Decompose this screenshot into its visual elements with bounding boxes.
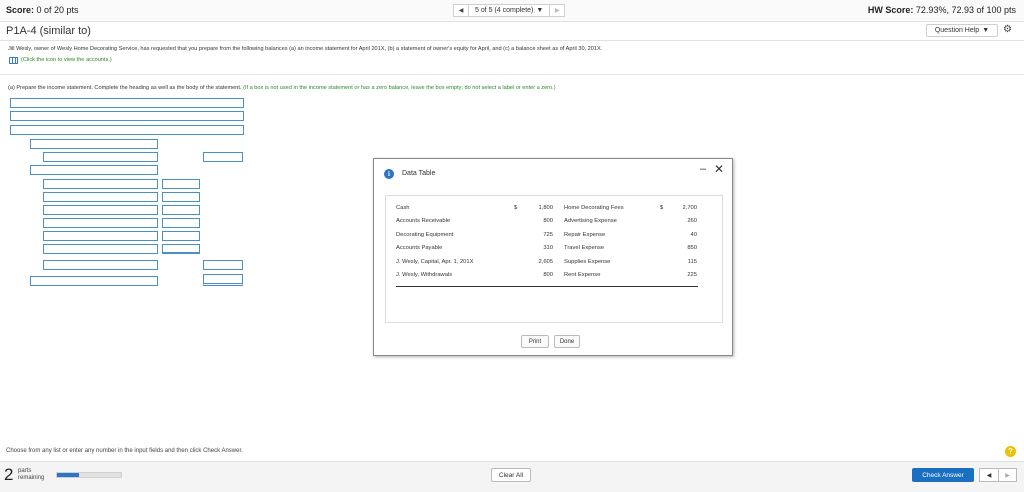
instruction-hint: Choose from any list or enter any number… <box>6 448 243 454</box>
minimize-icon[interactable]: – <box>700 163 706 175</box>
bottom-navigator: ◀ ▶ <box>979 468 1017 482</box>
currency-symbol: $ <box>514 205 518 211</box>
divider <box>0 40 1024 41</box>
progress-fill <box>57 473 80 477</box>
gear-icon[interactable]: ⚙ <box>1003 24 1012 35</box>
total-expenses-input[interactable] <box>203 260 243 270</box>
prev-question-icon[interactable]: ◀ <box>454 5 468 16</box>
score-display: Score: 0 of 20 pts <box>6 5 79 15</box>
expense-account-select-3[interactable] <box>43 205 158 215</box>
account-value: 2,700 <box>682 205 697 211</box>
account-value: 800 <box>543 218 553 225</box>
question-text: Jill Wesly, owner of Wesly Home Decorati… <box>8 46 603 52</box>
expense-amount-input-3[interactable] <box>162 205 200 215</box>
account-name: Accounts Receivable <box>396 218 451 225</box>
click-hint: (Click the icon to view the accounts.) <box>21 57 112 63</box>
expense-amount-input-6[interactable] <box>162 244 200 254</box>
total-expenses-select[interactable] <box>43 260 158 270</box>
expense-account-select-1[interactable] <box>43 179 158 189</box>
print-button[interactable]: Print <box>521 335 549 348</box>
net-income-input[interactable] <box>203 274 243 286</box>
currency-symbol: $ <box>660 205 664 211</box>
next-icon[interactable]: ▶ <box>998 469 1016 481</box>
account-value: 260 <box>687 218 697 225</box>
prev-icon[interactable]: ◀ <box>980 469 998 481</box>
close-icon[interactable]: ✕ <box>714 162 724 176</box>
next-question-icon[interactable]: ▶ <box>550 5 564 16</box>
heading-input-1[interactable] <box>10 98 244 108</box>
account-name: Travel Expense <box>564 245 605 252</box>
part-a-instructions: (a) Prepare the income statement. Comple… <box>8 85 556 91</box>
question-help-button[interactable]: Question Help ▼ <box>926 24 998 37</box>
data-table-modal: i Data Table – ✕ Cash $1,800 Home Decorati… <box>373 158 733 356</box>
account-name: Accounts Payable <box>396 245 443 252</box>
table-row: Decorating Equipment 725 Repair Expense 40 <box>396 232 706 245</box>
account-value: 725 <box>543 231 553 238</box>
divider <box>0 74 1024 75</box>
parts-remaining-count: 2 <box>4 465 14 484</box>
account-value: 800 <box>543 272 553 278</box>
expense-amount-input-5[interactable] <box>162 231 200 241</box>
account-name: Decorating Equipment <box>396 231 454 238</box>
account-value: 310 <box>543 245 553 252</box>
account-name: J. Wesly, Withdrawals <box>396 272 453 278</box>
revenue-label-select[interactable] <box>30 139 158 149</box>
caret-down-icon: ▼ <box>536 7 544 14</box>
expense-account-select-6[interactable] <box>43 244 158 254</box>
revenue-amount-input[interactable] <box>203 152 243 162</box>
help-icon[interactable]: ? <box>1005 446 1016 457</box>
revenue-account-select[interactable] <box>43 152 158 162</box>
heading-input-3[interactable] <box>10 125 244 135</box>
account-value: 225 <box>687 272 697 278</box>
clear-all-button[interactable]: Clear All <box>491 468 531 482</box>
data-table-icon[interactable] <box>9 57 18 64</box>
table-row: J. Wesly, Capital, Apr. 1, 201X 2,605 Supp… <box>396 259 706 272</box>
expense-amount-input-4[interactable] <box>162 218 200 228</box>
heading-input-2[interactable] <box>10 111 244 121</box>
table-row: Accounts Payable 310 Travel Expense 850 <box>396 245 706 258</box>
problem-title: P1A-4 (similar to) <box>6 25 91 37</box>
progress-bar <box>56 472 122 478</box>
net-income-select[interactable] <box>30 276 158 286</box>
modal-title: Data Table <box>402 170 436 177</box>
table-underline <box>396 286 698 287</box>
account-name: Rent Expense <box>564 272 601 278</box>
account-value: 1,800 <box>538 205 553 211</box>
check-answer-button[interactable]: Check Answer <box>912 468 974 482</box>
account-value: 115 <box>687 258 697 265</box>
done-button[interactable]: Done <box>554 335 580 348</box>
expenses-label-select[interactable] <box>30 165 158 175</box>
account-value: 850 <box>687 245 697 252</box>
parts-remaining-label: parts remaining <box>18 468 45 481</box>
account-name: Advertising Expense <box>564 218 617 225</box>
table-row: Accounts Receivable 800 Advertising Expens… <box>396 218 706 231</box>
info-icon: i <box>384 169 394 179</box>
expense-amount-input-2[interactable] <box>162 192 200 202</box>
question-navigator: ◀ 5 of 5 (4 complete) ▼ ▶ <box>453 4 566 17</box>
account-value: 40 <box>690 231 697 238</box>
caret-down-icon: ▼ <box>982 27 990 34</box>
expense-account-select-2[interactable] <box>43 192 158 202</box>
account-name: Supplies Expense <box>564 258 611 265</box>
question-selector[interactable]: 5 of 5 (4 complete) ▼ <box>468 5 551 16</box>
table-row: J. Wesly, Withdrawals 800 Rent Expense 225 <box>396 272 706 285</box>
account-value: 2,605 <box>538 258 553 265</box>
expense-amount-input-1[interactable] <box>162 179 200 189</box>
account-name: Repair Expense <box>564 231 606 238</box>
hw-score-display: HW Score: 72.93%, 72.93 of 100 pts <box>867 5 1016 15</box>
expense-account-select-4[interactable] <box>43 218 158 228</box>
account-name: Home Decorating Fees <box>564 205 624 211</box>
account-name: J. Wesly, Capital, Apr. 1, 201X <box>396 258 474 265</box>
table-row: Cash $1,800 Home Decorating Fees $2,700 <box>396 205 706 218</box>
account-name: Cash <box>396 205 410 211</box>
expense-account-select-5[interactable] <box>43 231 158 241</box>
